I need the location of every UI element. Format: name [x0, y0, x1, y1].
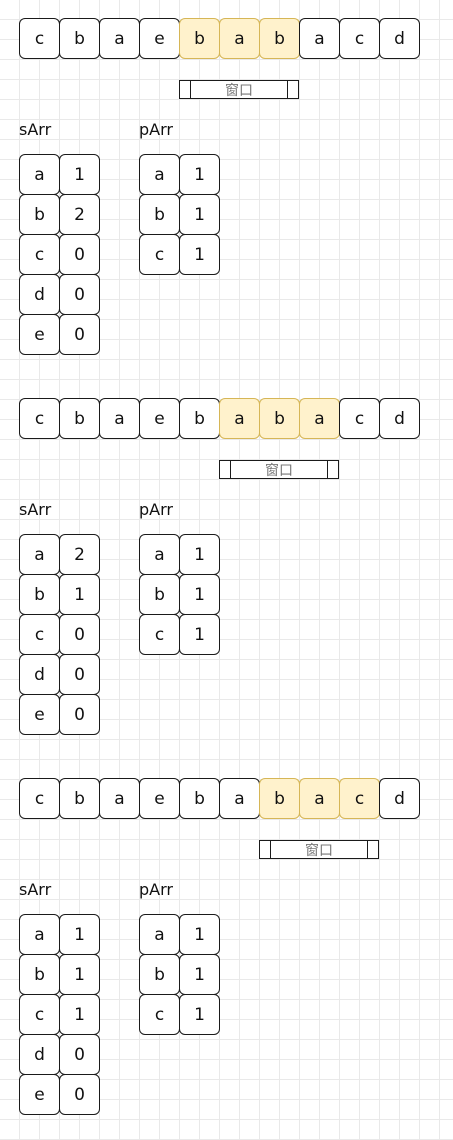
sarr-table-key-cell: e — [19, 1074, 60, 1115]
sarr-table-key-cell: e — [19, 694, 60, 735]
sarr-table-count-cell: 0 — [59, 654, 100, 695]
step-section-1: c b a e b a b a c d 窗口 sArr pArr a 1 b 2 c 0 d 0 e 0 a 1 b 1 c 1 — [0, 0, 453, 380]
sarr-table-count-cell: 0 — [59, 314, 100, 355]
string-char-cell: a — [99, 778, 140, 819]
sarr-table-count-cell: 2 — [59, 534, 100, 575]
string-char-cell: c — [339, 18, 380, 59]
window-char-cell: c — [339, 778, 380, 819]
parr-table-key-cell: c — [139, 614, 180, 655]
string-char-cell: b — [179, 778, 220, 819]
parr-table-key-cell: b — [139, 574, 180, 615]
window-char-cell: b — [179, 18, 220, 59]
sarr-label: sArr — [19, 880, 52, 899]
window-char-cell: b — [259, 18, 300, 59]
sarr-table-count-cell: 0 — [59, 694, 100, 735]
string-char-cell: d — [379, 18, 420, 59]
sarr-table-count-cell: 0 — [59, 274, 100, 315]
step-section-3: c b a e b a b a c d 窗口 sArr pArr a 1 b 1 c 1 d 0 e 0 a 1 b 1 c 1 — [0, 760, 453, 1140]
window-char-cell: a — [299, 778, 340, 819]
sarr-table-key-cell: b — [19, 194, 60, 235]
parr-table-count-cell: 1 — [179, 614, 220, 655]
sarr-table-key-cell: e — [19, 314, 60, 355]
sarr-table-key-cell: a — [19, 914, 60, 955]
sarr-table-key-cell: a — [19, 154, 60, 195]
sarr-table-count-cell: 0 — [59, 1074, 100, 1115]
window-marker: 窗口 — [219, 460, 339, 479]
string-char-cell: b — [59, 18, 100, 59]
sarr-table-key-cell: a — [19, 534, 60, 575]
sarr-table-key-cell: b — [19, 574, 60, 615]
window-char-cell: a — [219, 18, 260, 59]
sarr-table-key-cell: c — [19, 994, 60, 1035]
string-char-cell: a — [99, 18, 140, 59]
sarr-table-count-cell: 1 — [59, 574, 100, 615]
sarr-table-count-cell: 0 — [59, 1034, 100, 1075]
parr-table-count-cell: 1 — [179, 194, 220, 235]
string-char-cell: e — [139, 398, 180, 439]
sarr-table-count-cell: 1 — [59, 154, 100, 195]
string-char-cell: c — [19, 398, 60, 439]
string-char-cell: a — [99, 398, 140, 439]
parr-table-key-cell: b — [139, 194, 180, 235]
parr-table-count-cell: 1 — [179, 154, 220, 195]
parr-table-key-cell: b — [139, 954, 180, 995]
sarr-table-key-cell: d — [19, 1034, 60, 1075]
window-label: 窗口 — [265, 462, 293, 479]
sarr-table-key-cell: c — [19, 234, 60, 275]
parr-table-count-cell: 1 — [179, 994, 220, 1035]
parr-table-key-cell: a — [139, 914, 180, 955]
string-char-cell: a — [299, 18, 340, 59]
string-char-cell: c — [339, 398, 380, 439]
string-char-cell: b — [59, 398, 100, 439]
parr-label: pArr — [139, 880, 173, 899]
string-char-cell: e — [139, 18, 180, 59]
parr-table-count-cell: 1 — [179, 954, 220, 995]
sarr-table-key-cell: d — [19, 274, 60, 315]
sarr-table-key-cell: d — [19, 654, 60, 695]
string-char-cell: b — [59, 778, 100, 819]
window-marker: 窗口 — [259, 840, 379, 859]
window-char-cell: a — [299, 398, 340, 439]
sarr-table-count-cell: 0 — [59, 614, 100, 655]
sarr-table-count-cell: 2 — [59, 194, 100, 235]
sarr-table-count-cell: 1 — [59, 914, 100, 955]
window-label: 窗口 — [305, 842, 333, 859]
sarr-label: sArr — [19, 120, 52, 139]
window-char-cell: b — [259, 778, 300, 819]
window-marker: 窗口 — [179, 80, 299, 99]
string-char-cell: d — [379, 398, 420, 439]
sarr-table-key-cell: c — [19, 614, 60, 655]
parr-table-count-cell: 1 — [179, 234, 220, 275]
window-label: 窗口 — [225, 82, 253, 99]
string-strip: cbaebabacd — [19, 398, 420, 439]
window-char-cell: a — [219, 398, 260, 439]
string-char-cell: c — [19, 778, 60, 819]
parr-label: pArr — [139, 500, 173, 519]
sarr-table-count-cell: 1 — [59, 954, 100, 995]
string-char-cell: b — [179, 398, 220, 439]
string-char-cell: a — [219, 778, 260, 819]
parr-table-count-cell: 1 — [179, 534, 220, 575]
parr-label: pArr — [139, 120, 173, 139]
string-char-cell: e — [139, 778, 180, 819]
sarr-table-count-cell: 0 — [59, 234, 100, 275]
step-section-2: c b a e b a b a c d 窗口 sArr pArr a 2 b 1 c 0 d 0 e 0 a 1 b 1 c 1 — [0, 380, 453, 760]
string-strip: cbaebabacd — [19, 778, 420, 819]
parr-table-key-cell: c — [139, 994, 180, 1035]
sarr-table-key-cell: b — [19, 954, 60, 995]
parr-table-key-cell: c — [139, 234, 180, 275]
sarr-table-count-cell: 1 — [59, 994, 100, 1035]
window-char-cell: b — [259, 398, 300, 439]
parr-table-key-cell: a — [139, 534, 180, 575]
sarr-label: sArr — [19, 500, 52, 519]
parr-table-count-cell: 1 — [179, 914, 220, 955]
parr-table-key-cell: a — [139, 154, 180, 195]
string-strip: cbaebabacd — [19, 18, 420, 59]
string-char-cell: c — [19, 18, 60, 59]
string-char-cell: d — [379, 778, 420, 819]
parr-table-count-cell: 1 — [179, 574, 220, 615]
